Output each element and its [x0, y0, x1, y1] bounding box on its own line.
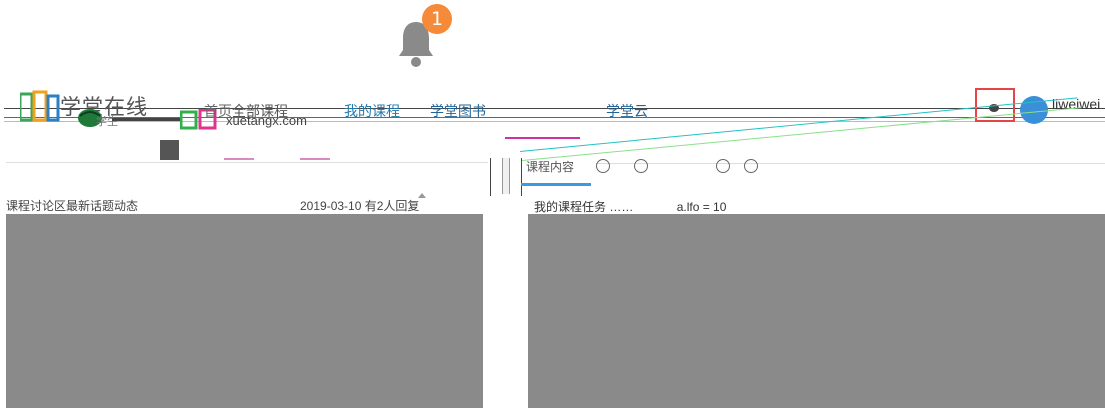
header-divider — [4, 108, 1105, 109]
logo-subtitle: 学生 — [96, 116, 118, 128]
logo-book-icon — [18, 90, 62, 124]
nav-my-courses[interactable]: 我的课程 — [344, 101, 400, 121]
task-row-expr: a.lfo = 10 — [676, 200, 727, 214]
tab-strip-handle[interactable] — [502, 158, 510, 194]
content-panel-right — [528, 214, 1105, 408]
content-panel-left — [6, 214, 483, 408]
nav-school-cloud[interactable]: 学堂云 — [606, 101, 648, 121]
header-divider — [112, 118, 182, 121]
active-nav-indicator — [505, 137, 580, 139]
sub-indicator — [224, 158, 254, 160]
clock-icon — [716, 159, 730, 173]
discussion-row-title[interactable]: 课程讨论区最新话题动态 — [6, 197, 138, 214]
task-row[interactable]: 我的课程任务 …… a.lfo = 10 — [534, 198, 726, 215]
capture-artifact-line — [520, 97, 1078, 152]
tab-course-content[interactable]: 课程内容 — [526, 158, 574, 175]
nav-library[interactable]: 学堂图书 — [430, 101, 486, 121]
notification-bell[interactable]: 1 — [396, 4, 452, 68]
clock-icon — [596, 159, 610, 173]
divider — [596, 163, 1105, 164]
nav-home[interactable]: 首页 — [204, 101, 232, 121]
clock-icon — [634, 159, 648, 173]
notification-badge: 1 — [422, 4, 452, 34]
clock-icon — [744, 159, 758, 173]
task-row-title: 我的课程任务 …… — [534, 200, 634, 214]
active-tab-indicator — [521, 183, 591, 186]
menu-block[interactable] — [160, 140, 179, 160]
discussion-row-meta: 2019-03-10 有2人回复 — [300, 199, 420, 213]
nav-all-courses[interactable]: 全部课程 — [232, 101, 288, 121]
sub-indicator — [300, 158, 330, 160]
divider — [6, 162, 488, 163]
